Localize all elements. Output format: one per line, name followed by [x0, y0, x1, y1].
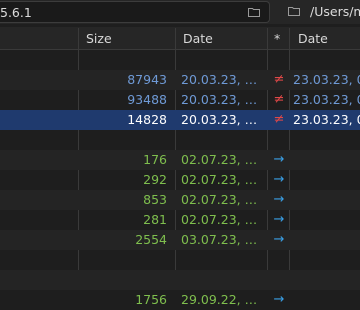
- date-column-header[interactable]: Date: [183, 31, 213, 46]
- size-cell: 14828: [127, 112, 167, 127]
- right-date-cell: 23.03.23, 0: [293, 72, 360, 87]
- size-cell: 281: [143, 212, 167, 227]
- right-date-cell: 23.03.23, 0: [293, 112, 360, 127]
- date-cell: 02.07.23, 16:...: [181, 152, 263, 167]
- table-row[interactable]: 93488 20.03.23, 17:... ≠ 23.03.23, 0: [0, 90, 360, 110]
- date-cell: 03.07.23, 15:11: [181, 232, 263, 247]
- size-column-header[interactable]: Size: [86, 31, 112, 46]
- table-row[interactable]: 87943 20.03.23, 17:... ≠ 23.03.23, 0: [0, 70, 360, 90]
- date-cell: 02.07.23, 16:...: [181, 192, 263, 207]
- table-row[interactable]: 1756 29.09.22, 15:... →: [0, 290, 360, 310]
- copy-arrow-icon: →: [273, 232, 285, 247]
- right-date-column-header[interactable]: Date: [298, 31, 328, 46]
- table-row[interactable]: 2554 03.07.23, 15:11 →: [0, 230, 360, 250]
- not-equal-icon: ≠: [273, 92, 285, 107]
- size-cell: 93488: [127, 92, 167, 107]
- date-cell: 29.09.22, 15:...: [181, 292, 263, 307]
- table-row[interactable]: 292 02.07.23, 16:... →: [0, 170, 360, 190]
- folder-icon[interactable]: [248, 7, 260, 17]
- table-row[interactable]: 176 02.07.23, 16:... →: [0, 150, 360, 170]
- date-cell: 20.03.23, 17:...: [181, 112, 263, 127]
- left-path-text: 5.6.1: [0, 5, 32, 20]
- size-cell: 853: [143, 192, 167, 207]
- table-row[interactable]: [0, 270, 360, 290]
- size-cell: 292: [143, 172, 167, 187]
- right-date-cell: 23.03.23, 0: [293, 92, 360, 107]
- folder-icon[interactable]: [288, 6, 300, 16]
- copy-arrow-icon: →: [273, 292, 285, 307]
- copy-arrow-icon: →: [273, 212, 285, 227]
- table-row[interactable]: 14828 20.03.23, 17:... ≠ 23.03.23, 0: [0, 110, 360, 130]
- column-header: Size Date * Date: [0, 27, 360, 50]
- table-row[interactable]: [0, 130, 360, 150]
- size-cell: 176: [143, 152, 167, 167]
- date-cell: 02.07.23, 16:...: [181, 212, 263, 227]
- size-cell: 87943: [127, 72, 167, 87]
- right-path-text: /Users/m: [310, 4, 360, 19]
- not-equal-icon: ≠: [273, 72, 285, 87]
- date-cell: 02.07.23, 16:...: [181, 172, 263, 187]
- copy-arrow-icon: →: [273, 172, 285, 187]
- table-row[interactable]: [0, 250, 360, 270]
- date-cell: 20.03.23, 17:...: [181, 92, 263, 107]
- mark-column-header[interactable]: *: [274, 31, 280, 46]
- copy-arrow-icon: →: [273, 192, 285, 207]
- table-row[interactable]: 281 02.07.23, 16:... →: [0, 210, 360, 230]
- not-equal-icon: ≠: [273, 112, 285, 127]
- size-cell: 1756: [135, 292, 167, 307]
- size-cell: 2554: [135, 232, 167, 247]
- table-row[interactable]: [0, 50, 360, 70]
- path-bar: 5.6.1 /Users/m: [0, 0, 360, 24]
- copy-arrow-icon: →: [273, 152, 285, 167]
- table-row[interactable]: 853 02.07.23, 16:... →: [0, 190, 360, 210]
- left-path-field[interactable]: 5.6.1: [0, 1, 270, 23]
- date-cell: 20.03.23, 17:...: [181, 72, 263, 87]
